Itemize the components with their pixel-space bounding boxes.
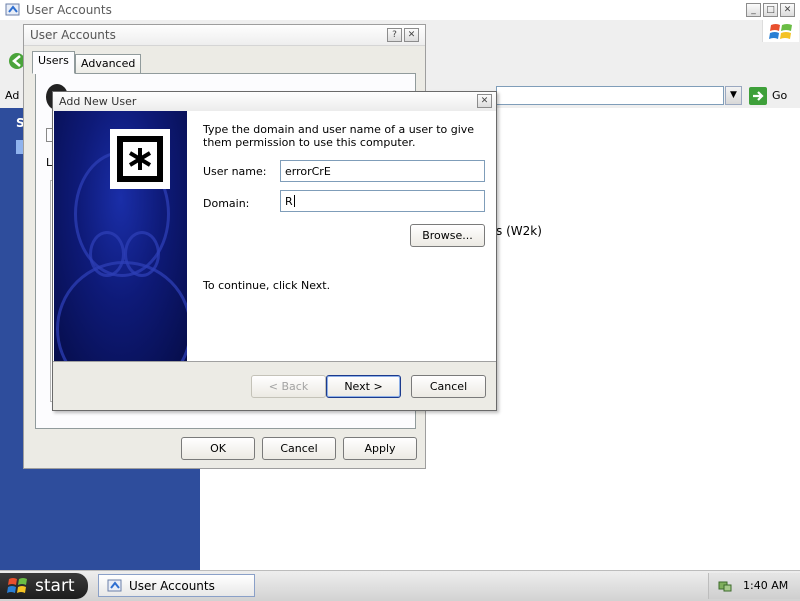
taskbar-item-user-accounts[interactable]: User Accounts [98,574,255,597]
user-key-icon [110,129,170,189]
user-accounts-title: User Accounts [30,28,116,42]
username-value: errorCrE [285,164,331,178]
browse-button[interactable]: Browse... [410,224,485,247]
system-tray: 1:40 AM [708,573,800,599]
address-dropdown-button[interactable]: ▼ [725,86,742,105]
back-button[interactable]: < Back [251,375,326,398]
add-new-user-dialog: Add New User ✕ Type the domain and user … [52,91,497,411]
user-accounts-icon [5,3,20,16]
background-window-titlebar: User Accounts _ □ ✕ [0,0,800,21]
domain-field[interactable]: R [280,190,485,212]
windows-flag-icon [769,24,792,39]
user-accounts-icon [107,579,122,591]
minimize-button[interactable]: _ [746,3,761,17]
start-button[interactable]: start [0,573,88,599]
domain-value: R [285,194,293,208]
next-button[interactable]: Next > [326,375,401,398]
ok-button[interactable]: OK [181,437,255,460]
close-button[interactable]: ✕ [780,3,795,17]
windows-flag-icon [7,578,27,593]
wizard-body: Type the domain and user name of a user … [53,111,496,362]
wizard-instruction: Type the domain and user name of a user … [203,123,475,149]
text-caret [293,195,295,207]
apply-button[interactable]: Apply [343,437,417,460]
clock[interactable]: 1:40 AM [743,579,788,592]
windows-logo [762,20,799,42]
start-label: start [35,576,75,596]
username-field[interactable]: errorCrE [280,160,485,182]
address-label: Ad [5,89,20,102]
tab-advanced[interactable]: Advanced [75,54,142,74]
add-new-user-close-button[interactable]: ✕ [477,94,492,108]
cancel-button[interactable]: Cancel [411,375,486,398]
tab-users[interactable]: Users [32,51,75,74]
banner-decoration [56,261,187,361]
content-fragment-text: s (W2k) [496,224,542,238]
network-icon[interactable] [717,578,733,594]
wizard-banner [54,111,187,361]
go-arrow-icon[interactable] [748,86,768,106]
continue-text: To continue, click Next. [203,279,331,292]
user-accounts-titlebar: User Accounts ? ✕ [24,25,425,46]
username-label: User name: [203,165,267,178]
add-new-user-titlebar: Add New User ✕ [53,92,496,112]
taskbar-item-label: User Accounts [129,578,215,593]
address-input[interactable] [496,86,724,105]
go-label[interactable]: Go [772,89,787,102]
domain-label: Domain: [203,197,250,210]
background-window-title: User Accounts [26,3,112,17]
maximize-button[interactable]: □ [763,3,778,17]
cancel-button-ua[interactable]: Cancel [262,437,336,460]
add-new-user-title: Add New User [59,95,137,108]
user-accounts-close-button[interactable]: ✕ [404,28,419,42]
help-button[interactable]: ? [387,28,402,42]
taskbar: start User Accounts 1:40 AM [0,570,800,601]
